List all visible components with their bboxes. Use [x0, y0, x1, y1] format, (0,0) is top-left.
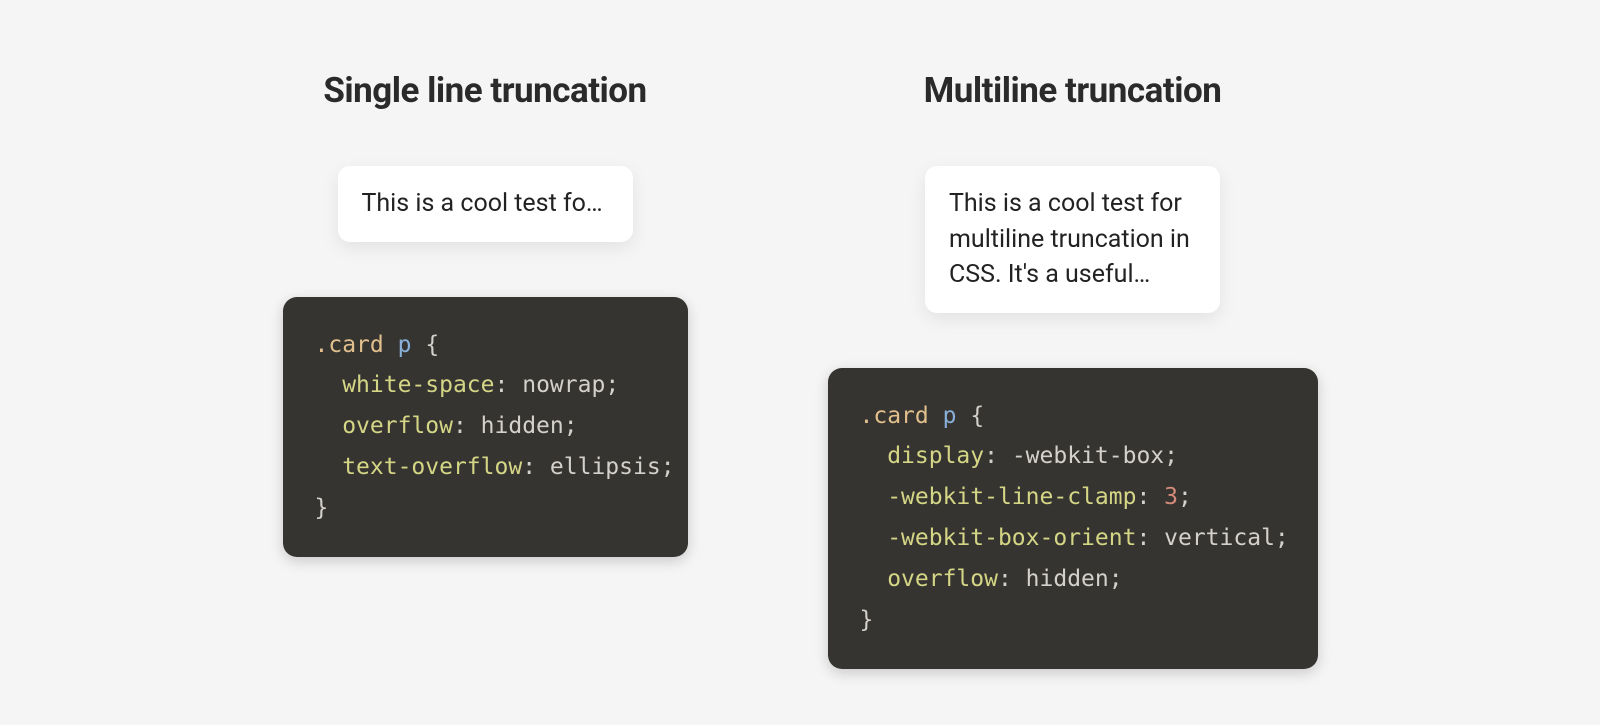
- code-line-decl: overflow: hidden;: [315, 406, 656, 447]
- single-line-heading: Single line truncation: [323, 70, 646, 111]
- multiline-code-block: .card p { display: -webkit-box; -webkit-…: [828, 368, 1318, 670]
- single-line-card: This is a cool test for single line trun…: [338, 166, 633, 242]
- code-prop: display: [887, 443, 984, 469]
- code-line-selector: .card p {: [860, 396, 1286, 437]
- code-brace-close: }: [860, 607, 874, 633]
- code-selector-class: .card: [860, 403, 929, 429]
- code-prop: overflow: [887, 566, 998, 592]
- code-prop: -webkit-line-clamp: [887, 484, 1136, 510]
- code-prop: white-space: [342, 372, 494, 398]
- code-val: hidden: [1026, 566, 1109, 592]
- multiline-column: Multiline truncation This is a cool test…: [828, 70, 1318, 669]
- code-line-close: }: [860, 600, 1286, 641]
- code-line-decl: -webkit-box-orient: vertical;: [860, 518, 1286, 559]
- code-selector-element: p: [398, 332, 412, 358]
- code-val: hidden: [481, 413, 564, 439]
- code-prop: -webkit-box-orient: [887, 525, 1136, 551]
- code-prop: text-overflow: [342, 454, 522, 480]
- code-brace-close: }: [315, 495, 329, 521]
- single-line-card-text: This is a cool test for single line trun…: [362, 186, 609, 222]
- code-line-decl: display: -webkit-box;: [860, 436, 1286, 477]
- code-val: nowrap: [522, 372, 605, 398]
- code-prop: overflow: [342, 413, 453, 439]
- code-line-decl: text-overflow: ellipsis;: [315, 447, 656, 488]
- single-line-code-block: .card p { white-space: nowrap; overflow:…: [283, 297, 688, 558]
- code-selector-class: .card: [315, 332, 384, 358]
- code-brace-open: {: [970, 403, 984, 429]
- code-val: vertical: [1164, 525, 1275, 551]
- code-num: 3: [1164, 484, 1178, 510]
- code-selector-element: p: [943, 403, 957, 429]
- code-line-decl: overflow: hidden;: [860, 559, 1286, 600]
- code-val: -webkit-box: [1012, 443, 1164, 469]
- multiline-heading: Multiline truncation: [924, 70, 1222, 111]
- code-line-selector: .card p {: [315, 325, 656, 366]
- code-line-close: }: [315, 488, 656, 529]
- code-line-decl: -webkit-line-clamp: 3;: [860, 477, 1286, 518]
- code-line-decl: white-space: nowrap;: [315, 365, 656, 406]
- single-line-column: Single line truncation This is a cool te…: [283, 70, 688, 557]
- multiline-card-text: This is a cool test for multiline trunca…: [949, 186, 1196, 293]
- multiline-card: This is a cool test for multiline trunca…: [925, 166, 1220, 313]
- code-val: ellipsis: [550, 454, 661, 480]
- code-brace-open: {: [425, 332, 439, 358]
